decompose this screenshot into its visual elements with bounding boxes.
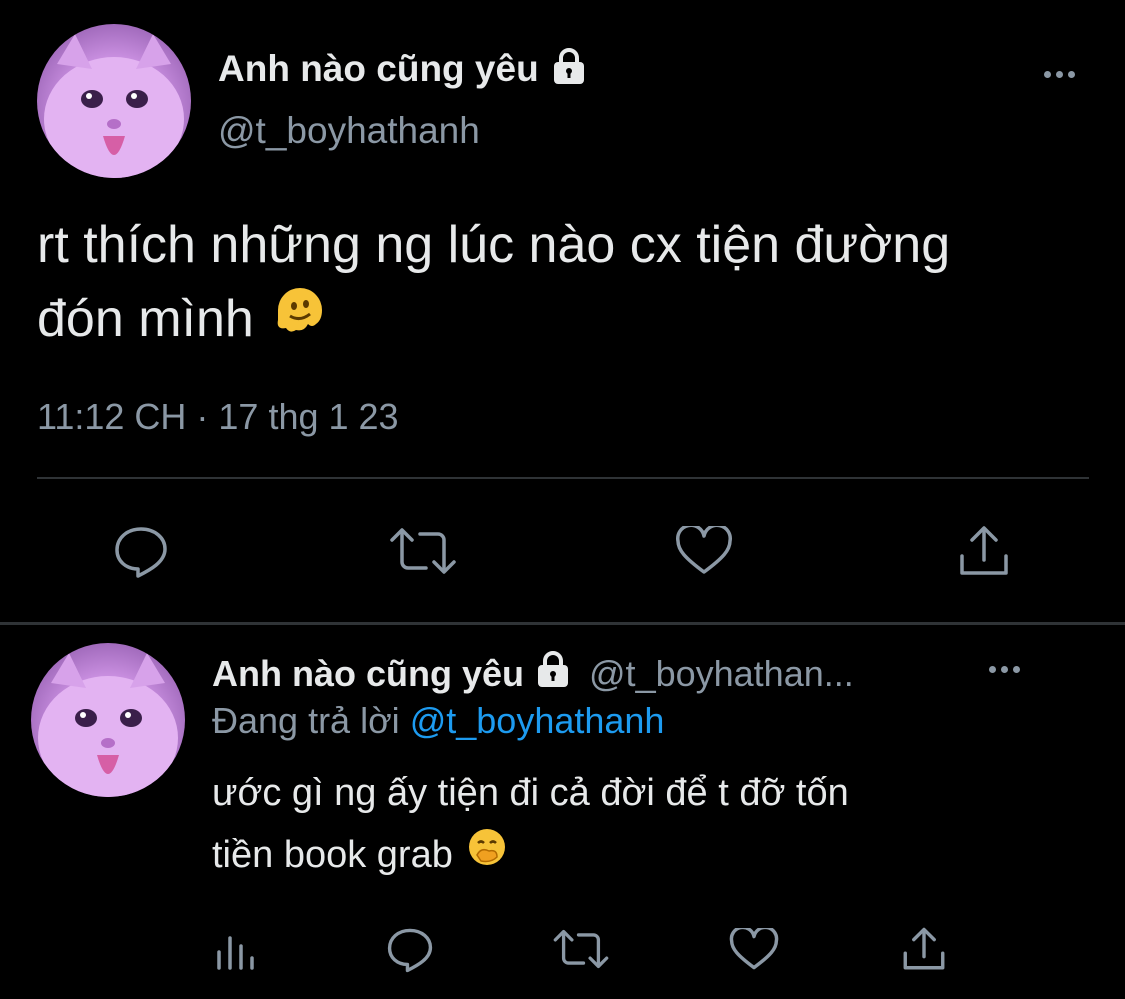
reply-icon[interactable] xyxy=(113,525,169,579)
replying-to-line: Đang trả lời @t_boyhathanh xyxy=(212,700,664,742)
tweet-text-line-2: đón mình xyxy=(37,290,254,348)
reply-author-name-row: Anh nào cũng yêu @t_boyhathan... xyxy=(212,650,854,698)
avatar[interactable] xyxy=(37,24,191,178)
display-name[interactable]: Anh nào cũng yêu xyxy=(218,48,539,90)
reply-text: ước gì ng ấy tiện đi cả đời để t đỡ tốn … xyxy=(212,762,849,886)
melting-face-emoji-icon xyxy=(272,282,328,356)
replying-to-mention[interactable]: @t_boyhathanh xyxy=(410,700,665,741)
replying-to-label: Đang trả lời xyxy=(212,700,400,741)
reply-icon[interactable] xyxy=(386,927,434,973)
reply-text-line-1: ước gì ng ấy tiện đi cả đời để t đỡ tốn xyxy=(212,772,849,814)
author-name-row: Anh nào cũng yêu xyxy=(218,44,589,94)
face-with-hand-over-mouth-emoji-icon xyxy=(467,824,507,886)
like-icon[interactable] xyxy=(675,526,733,576)
reply-avatar[interactable] xyxy=(31,643,185,797)
reply-author-handle[interactable]: @t_boyhathan... xyxy=(589,653,854,695)
author-handle[interactable]: @t_boyhathanh xyxy=(218,110,480,152)
lock-icon xyxy=(549,47,589,91)
retweet-icon[interactable] xyxy=(388,526,458,576)
share-icon[interactable] xyxy=(956,524,1012,578)
share-icon[interactable] xyxy=(900,926,948,972)
retweet-icon[interactable] xyxy=(552,928,610,970)
like-icon[interactable] xyxy=(729,928,779,971)
tweet-separator xyxy=(0,622,1125,625)
tweet-text: rt thích những ng lúc nào cx tiện đường … xyxy=(37,208,950,356)
reply-text-line-2: tiền book grab xyxy=(212,834,453,876)
lock-icon xyxy=(533,650,573,698)
divider xyxy=(37,477,1089,479)
tweet-text-line-1: rt thích những ng lúc nào cx tiện đường xyxy=(37,216,951,274)
reply-display-name[interactable]: Anh nào cũng yêu xyxy=(212,653,524,695)
analytics-icon[interactable] xyxy=(215,932,259,972)
tweet-timestamp[interactable]: 11:12 CH · 17 thg 1 23 xyxy=(37,396,399,438)
more-options-icon[interactable] xyxy=(1044,71,1075,78)
reply-more-options-icon[interactable] xyxy=(989,666,1020,673)
